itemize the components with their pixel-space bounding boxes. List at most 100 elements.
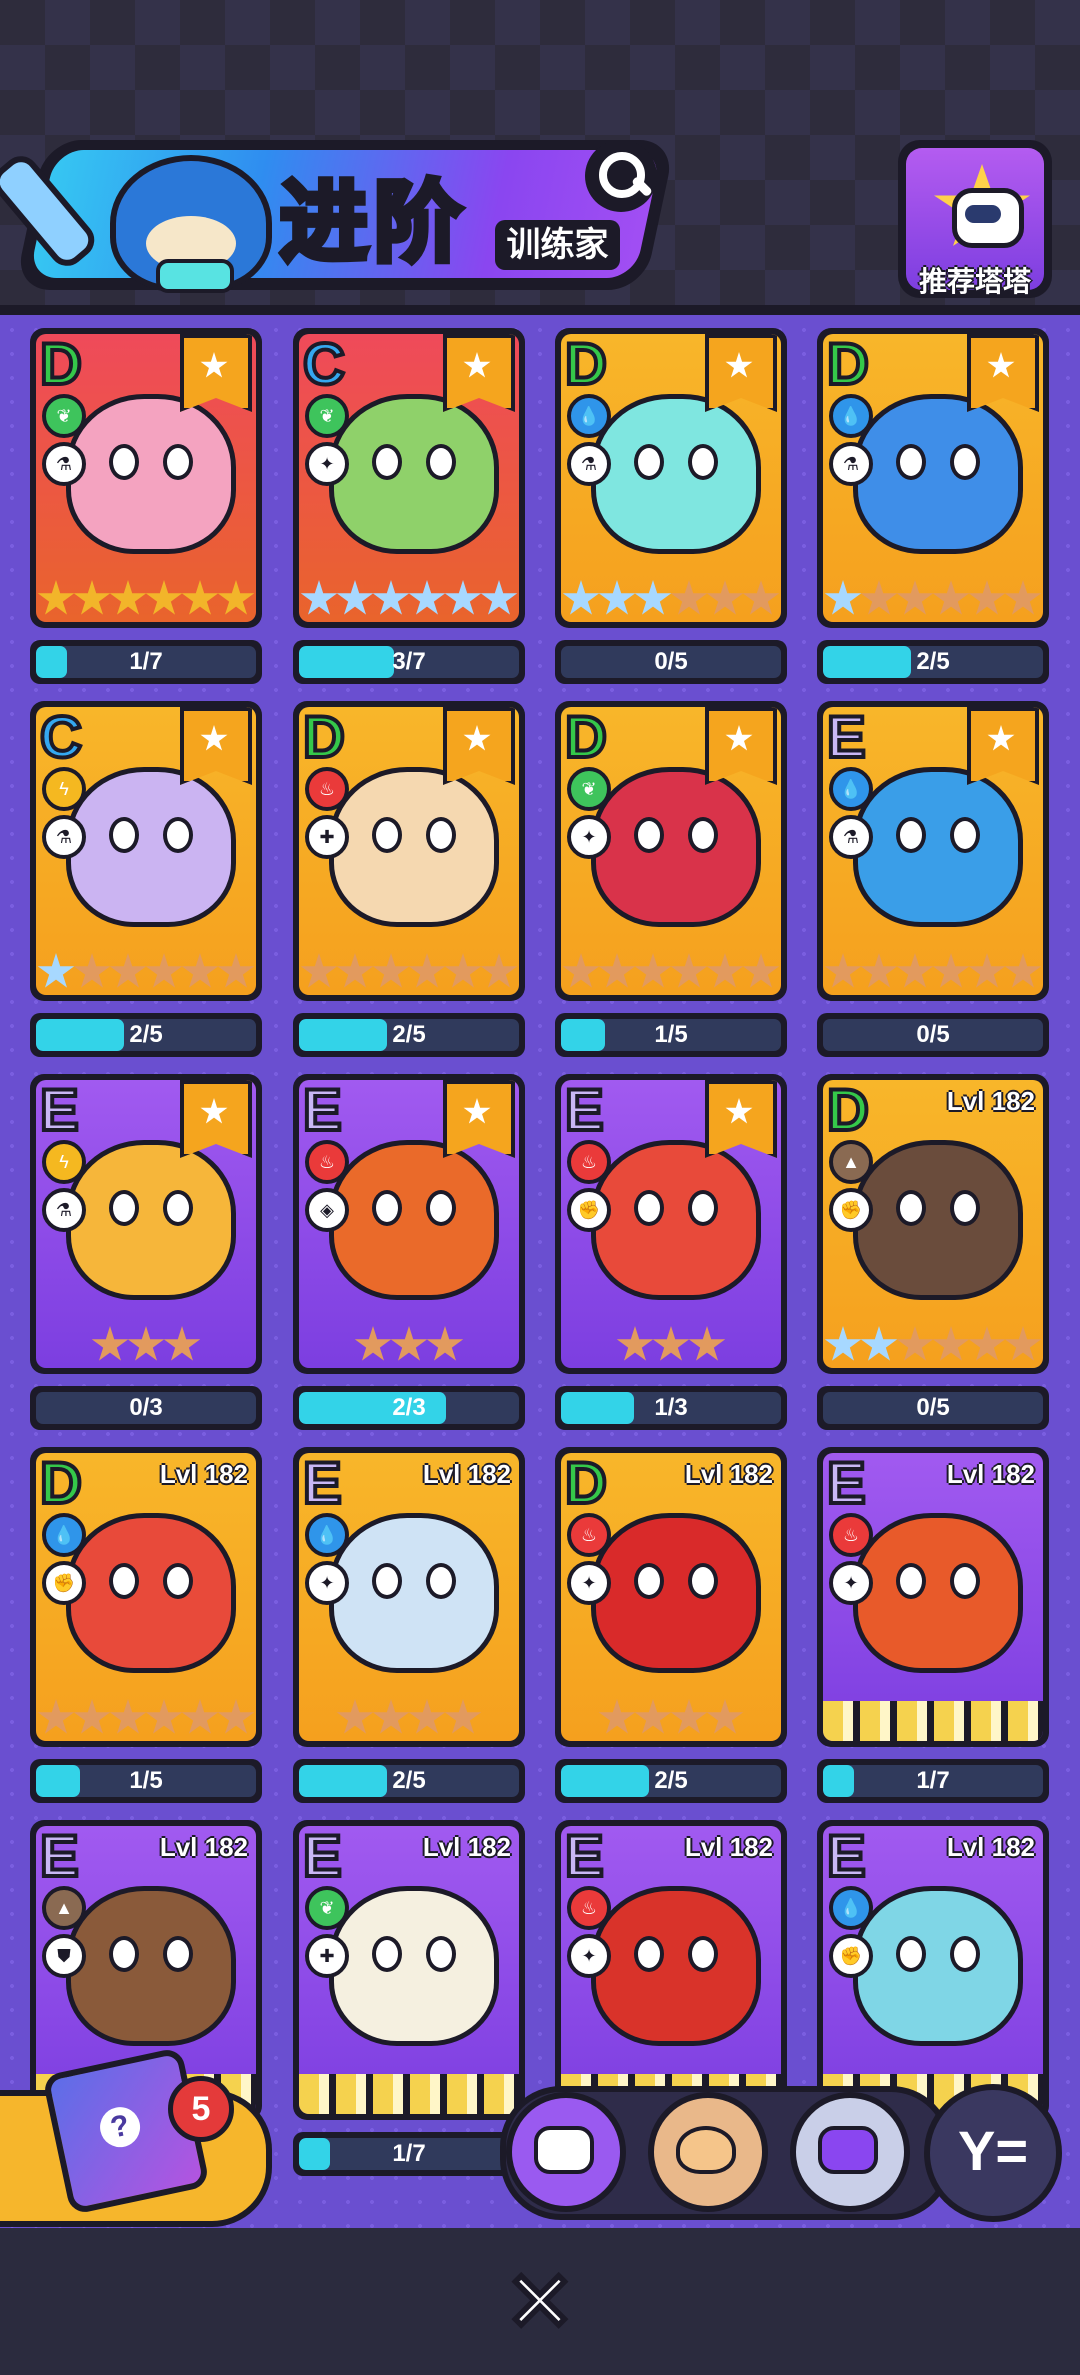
creature-portrait bbox=[591, 1513, 761, 1673]
green-element-icon: ❦ bbox=[42, 394, 86, 438]
level-label: Lvl 182 bbox=[946, 1086, 1035, 1116]
bronze-star-icon bbox=[824, 953, 862, 988]
creature-portrait bbox=[66, 767, 236, 927]
plus-class-icon: ✚ bbox=[305, 1934, 349, 1978]
bronze-star-icon bbox=[860, 953, 898, 988]
bronze-star-icon bbox=[1004, 953, 1042, 988]
rarity-grade: E bbox=[38, 1826, 81, 1890]
filter-button[interactable]: Y= bbox=[924, 2084, 1062, 2222]
card-art: E ♨ ✦ Lvl 182 bbox=[823, 1453, 1043, 1741]
bronze-star-icon bbox=[562, 953, 600, 988]
bronze-star-icon bbox=[634, 953, 672, 988]
favorite-star-ribbon-icon[interactable] bbox=[705, 1080, 777, 1158]
eye-class-icon: ◈ bbox=[305, 1188, 349, 1232]
silver-star-icon bbox=[598, 580, 636, 615]
silver-star-icon bbox=[860, 1326, 898, 1361]
favorite-star-ribbon-icon[interactable] bbox=[443, 1080, 515, 1158]
shard-progress-bar: 2/5 bbox=[30, 1013, 262, 1057]
runner-class-icon: ✦ bbox=[567, 1561, 611, 1605]
cat-bot-tab[interactable] bbox=[506, 2092, 626, 2212]
rarity-grade: E bbox=[301, 1453, 344, 1517]
bronze-star-icon bbox=[706, 580, 744, 615]
star-rating bbox=[823, 1326, 1043, 1364]
bronze-star-icon bbox=[181, 1699, 219, 1734]
favorite-star-ribbon-icon[interactable] bbox=[180, 334, 252, 412]
gold-star-icon bbox=[181, 580, 219, 615]
progress-text: 1/7 bbox=[392, 2140, 426, 2167]
blue-element-icon: 💧 bbox=[829, 1886, 873, 1930]
rarity-grade: D bbox=[825, 1080, 871, 1144]
close-button[interactable]: ✕ bbox=[500, 2259, 580, 2346]
favorite-star-ribbon-icon[interactable] bbox=[705, 707, 777, 785]
rarity-grade: E bbox=[301, 1080, 344, 1144]
bronze-star-icon bbox=[598, 953, 636, 988]
favorite-star-ribbon-icon[interactable] bbox=[180, 1080, 252, 1158]
rarity-grade: E bbox=[825, 1453, 868, 1517]
star-rating bbox=[561, 1699, 781, 1737]
green-element-icon: ❦ bbox=[305, 1886, 349, 1930]
fist-class-icon: ✊ bbox=[829, 1934, 873, 1978]
creature-portrait bbox=[853, 767, 1023, 927]
bronze-star-icon bbox=[1004, 1326, 1042, 1361]
card-art: D ❦ ⚗ bbox=[36, 334, 256, 622]
bronze-star-icon bbox=[109, 953, 147, 988]
recommend-label: 推荐塔塔 bbox=[918, 266, 1031, 297]
favorite-star-ribbon-icon[interactable] bbox=[443, 707, 515, 785]
purple-cat-tab[interactable] bbox=[790, 2092, 910, 2212]
progress-text: 1/5 bbox=[654, 1021, 688, 1048]
awakening-wave-icon bbox=[299, 2074, 519, 2114]
creature-portrait bbox=[329, 1140, 499, 1300]
bronze-star-icon bbox=[372, 953, 410, 988]
silver-star-icon bbox=[336, 580, 374, 615]
favorite-star-ribbon-icon[interactable] bbox=[180, 707, 252, 785]
rarity-grade: E bbox=[301, 1826, 344, 1890]
bronze-star-icon bbox=[426, 1326, 464, 1361]
progress-text: 0/5 bbox=[916, 1021, 950, 1048]
favorite-star-ribbon-icon[interactable] bbox=[443, 334, 515, 412]
creature-portrait bbox=[591, 1140, 761, 1300]
card-art: Eϟ ⚗ bbox=[36, 1080, 256, 1368]
card-art: D ♨ ✚ bbox=[299, 707, 519, 995]
flask-class-icon: ⚗ bbox=[567, 442, 611, 486]
favorite-star-ribbon-icon[interactable] bbox=[967, 707, 1039, 785]
red-element-icon: ♨ bbox=[567, 1886, 611, 1930]
progress-text: 2/5 bbox=[392, 1021, 426, 1048]
creature-portrait bbox=[66, 1140, 236, 1300]
star-rating bbox=[299, 953, 519, 991]
progress-text: 2/5 bbox=[916, 648, 950, 675]
bronze-star-icon bbox=[444, 953, 482, 988]
bronze-star-icon bbox=[670, 1699, 708, 1734]
bronze-star-icon bbox=[652, 1326, 690, 1361]
favorite-star-ribbon-icon[interactable] bbox=[967, 334, 1039, 412]
flask-class-icon: ⚗ bbox=[829, 442, 873, 486]
flask-class-icon: ⚗ bbox=[42, 815, 86, 859]
card-art: D ▲ ✊ Lvl 182 bbox=[823, 1080, 1043, 1368]
progress-text: 2/5 bbox=[129, 1021, 163, 1048]
card-art: Cϟ ⚗ bbox=[36, 707, 256, 995]
bronze-star-icon bbox=[91, 1326, 129, 1361]
shard-progress-bar: 2/5 bbox=[293, 1759, 525, 1803]
creature-portrait bbox=[329, 1513, 499, 1673]
bronze-star-icon bbox=[706, 1699, 744, 1734]
bronze-star-icon bbox=[742, 953, 780, 988]
search-button[interactable] bbox=[585, 140, 657, 212]
favorite-star-ribbon-icon[interactable] bbox=[705, 334, 777, 412]
rarity-grade: D bbox=[38, 334, 84, 398]
recommend-button[interactable]: 推荐塔塔 bbox=[898, 140, 1052, 298]
shard-progress-bar: 1/7 bbox=[293, 2132, 525, 2176]
cookie-tab[interactable] bbox=[648, 2092, 768, 2212]
yellow-element-icon: ϟ bbox=[42, 1140, 86, 1184]
creature-portrait bbox=[66, 1513, 236, 1673]
search-icon bbox=[599, 152, 645, 198]
bronze-star-icon bbox=[1004, 580, 1042, 615]
bronze-star-icon bbox=[217, 953, 255, 988]
flask-class-icon: ⚗ bbox=[829, 815, 873, 859]
shard-progress-bar: 1/7 bbox=[30, 640, 262, 684]
level-label: Lvl 182 bbox=[422, 1832, 511, 1862]
silver-star-icon bbox=[562, 580, 600, 615]
blue-element-icon: 💧 bbox=[829, 394, 873, 438]
card-art: D 💧 ⚗ bbox=[823, 334, 1043, 622]
flask-class-icon: ⚗ bbox=[42, 442, 86, 486]
creature-portrait bbox=[66, 1886, 236, 2046]
silver-star-icon bbox=[824, 1326, 862, 1361]
